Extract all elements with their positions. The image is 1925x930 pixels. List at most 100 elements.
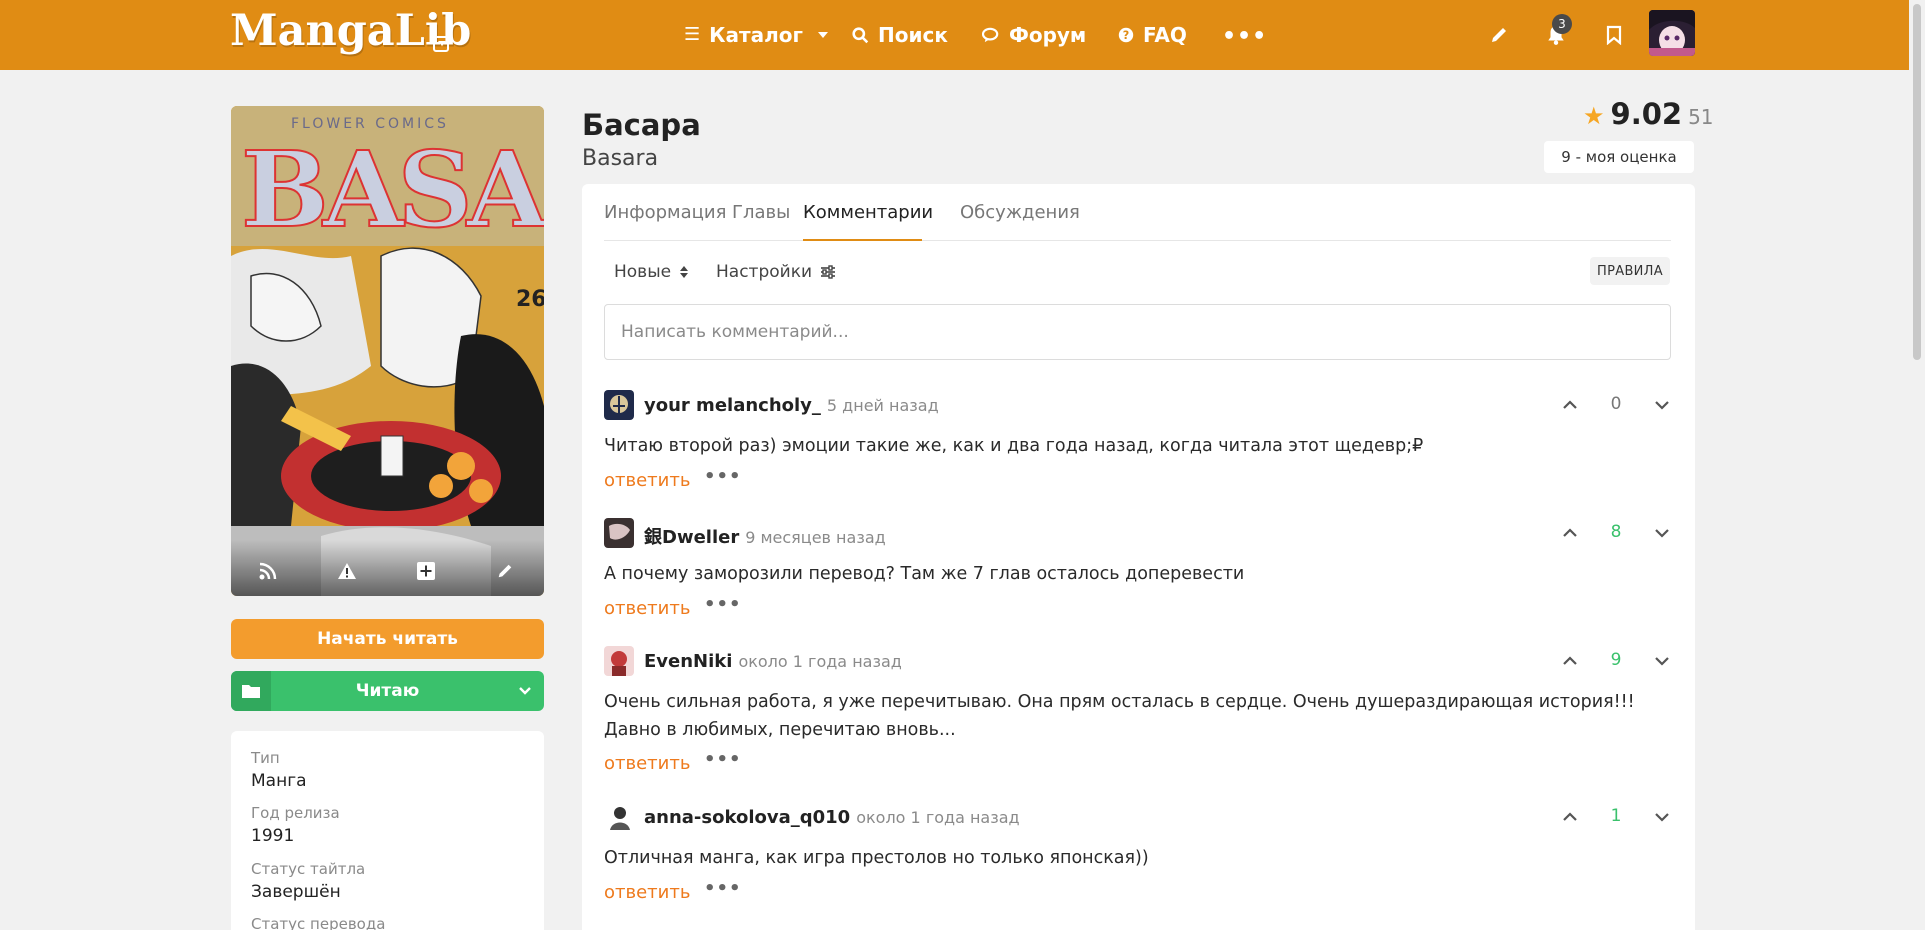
manga-title: Басара [582,108,701,142]
sliders-icon [821,265,836,279]
upvote-icon[interactable] [1561,808,1579,826]
comment-more-icon[interactable]: ••• [704,749,742,770]
vote-score: 1 [1610,806,1622,826]
notification-badge: 3 [1552,14,1572,34]
list-icon: ☰ [684,24,701,45]
reply-link[interactable]: ответить [604,598,690,619]
comment-author[interactable]: EvenNiki около 1 года назад [644,651,902,672]
downvote-icon[interactable] [1653,652,1671,670]
downvote-icon[interactable] [1653,396,1671,414]
upvote-icon[interactable] [1561,524,1579,542]
downvote-icon[interactable] [1653,808,1671,826]
pencil-icon[interactable] [1484,20,1514,50]
comment-more-icon[interactable]: ••• [704,594,742,615]
rating-block[interactable]: ★ 9.02 51 [1583,97,1714,131]
search-icon [852,26,869,43]
comment-more-icon[interactable]: ••• [704,466,742,487]
info-type-value[interactable]: Манга [251,771,307,791]
svg-text:26: 26 [516,287,544,312]
manga-info-card: Тип Манга Год релиза 1991 Статус тайтла … [231,731,544,930]
vote-controls: 9 [1561,648,1671,674]
comment-item: EvenNiki около 1 года назад 9 Очень сильн… [604,646,1671,774]
nav-faq-label: FAQ [1143,23,1187,47]
comment-text: Очень сильная работа, я уже перечитываю.… [604,692,1635,740]
comment-time: около 1 года назад [738,652,902,671]
main-panel: Информация Главы Комментарии Обсуждения … [582,184,1695,930]
comment-author[interactable]: your melancholy_ 5 дней назад [644,395,939,416]
page-scrollbar[interactable] [1909,0,1925,930]
svg-text:?: ? [1123,29,1130,42]
comment-avatar[interactable] [604,646,634,676]
top-navbar: MangaLib ☰ Каталог Поиск Форум ? FAQ •••… [0,0,1925,70]
comment-more-icon[interactable]: ••• [704,878,742,899]
nav-catalog[interactable]: ☰ Каталог [684,22,828,48]
nav-forum[interactable]: Форум [982,22,1086,48]
tab-info[interactable]: Информация [604,202,726,223]
sort-label: Новые [614,262,672,282]
add-icon[interactable] [415,560,437,582]
tab-discussions[interactable]: Обсуждения [960,202,1080,223]
comment-input[interactable] [604,304,1671,360]
start-reading-button[interactable]: Начать читать [231,619,544,659]
rating-value: 9.02 [1610,97,1683,131]
report-icon[interactable] [336,560,358,582]
rss-icon[interactable] [257,560,279,582]
my-rating-button[interactable]: 9 - моя оценка [1544,141,1694,173]
tab-comments[interactable]: Комментарии [803,202,933,223]
chat-icon [982,27,999,43]
reply-link[interactable]: ответить [604,882,690,903]
svg-text:BASARA: BASARA [241,128,544,251]
reading-list-button[interactable]: Читаю [231,671,544,711]
nav-search[interactable]: Поиск [852,22,948,48]
info-type-label: Тип [251,749,280,767]
vote-score: 8 [1610,522,1622,542]
comment-item: anna-sokolova_q010 около 1 года назад 1 О… [604,802,1671,903]
comment-time: 9 месяцев назад [745,528,886,547]
vote-controls: 1 [1561,804,1671,830]
downvote-icon[interactable] [1653,524,1671,542]
info-status-value[interactable]: Завершён [251,882,341,902]
comment-text: Отличная манга, как игра престолов но то… [604,848,1149,868]
question-icon: ? [1118,27,1134,43]
folder-icon [231,671,271,711]
upvote-icon[interactable] [1561,396,1579,414]
comment-time: 5 дней назад [826,396,939,415]
comment-text: Читаю второй раз) эмоции такие же, как и… [604,436,1424,456]
more-menu-icon[interactable]: ••• [1222,24,1267,49]
comment-author[interactable]: 銀Dweller 9 месяцев назад [644,523,886,549]
upvote-icon[interactable] [1561,652,1579,670]
info-translation-label: Статус перевода [251,915,386,930]
logo-dropdown-icon[interactable] [433,36,449,52]
reply-link[interactable]: ответить [604,753,690,774]
settings-button[interactable]: Настройки [716,262,836,282]
manga-cover[interactable]: BASARA FLOWER COMICS 26 [231,106,544,596]
settings-label: Настройки [716,262,813,282]
vote-score: 0 [1610,394,1622,414]
chevron-down-icon [817,32,828,38]
comment-avatar[interactable] [604,802,634,832]
nav-catalog-label: Каталог [709,23,803,47]
chevron-down-icon[interactable] [518,685,532,697]
comment-avatar[interactable] [604,518,634,548]
comment-avatar[interactable] [604,390,634,420]
edit-icon[interactable] [494,560,516,582]
active-tab-indicator [803,239,922,241]
star-icon: ★ [1583,102,1605,130]
comment-time: около 1 года назад [856,808,1020,827]
scrollbar-thumb[interactable] [1913,4,1921,360]
tab-bar: Информация Главы Комментарии Обсуждения [604,184,1671,241]
svg-text:FLOWER COMICS: FLOWER COMICS [291,116,449,132]
vote-controls: 8 [1561,520,1671,546]
comment-author[interactable]: anna-sokolova_q010 около 1 года назад [644,807,1020,828]
user-avatar[interactable] [1649,10,1695,56]
reply-link[interactable]: ответить [604,470,690,491]
bookmark-icon[interactable] [1599,20,1629,50]
vote-controls: 0 [1561,392,1671,418]
tab-chapters[interactable]: Главы [732,202,790,223]
sort-icon [680,266,689,278]
info-year-value: 1991 [251,826,295,846]
rules-button[interactable]: ПРАВИЛА [1590,257,1670,285]
sort-button[interactable]: Новые [614,262,689,282]
nav-faq[interactable]: ? FAQ [1118,22,1187,48]
comment-item: 銀Dweller 9 месяцев назад 8 А почему замор… [604,518,1671,619]
